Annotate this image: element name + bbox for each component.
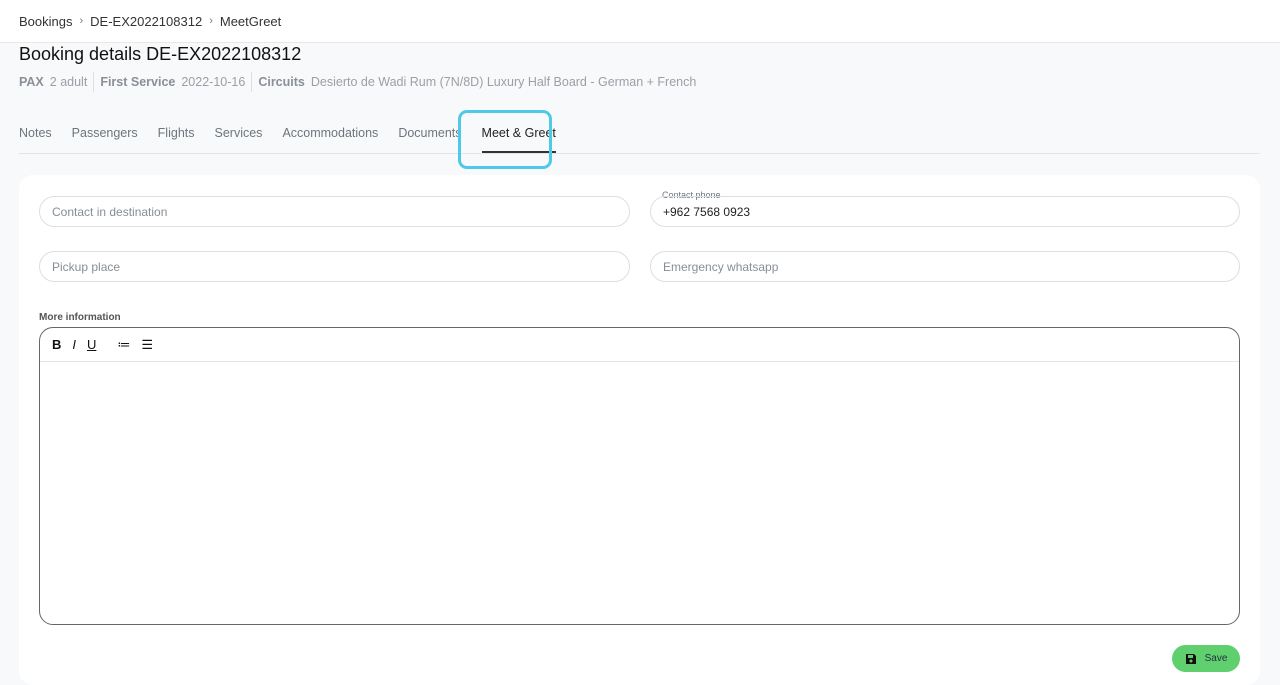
breadcrumb-current: MeetGreet [219,13,282,29]
tab-notes[interactable]: Notes [19,118,52,148]
first-service-label: First Service [100,75,176,89]
tabs: Notes Passengers Flights Services Accomm… [19,118,1260,154]
page-title: Booking details DE-EX2022108312 [19,44,302,64]
first-service-value: 2022-10-16 [181,75,246,89]
highlight-box [458,110,552,169]
ordered-list-icon[interactable]: ≔ [117,337,130,353]
pax-label: PAX [19,75,44,89]
contact-phone-input[interactable]: +962 7568 0923 [650,196,1240,227]
placeholder: Pickup place [52,259,121,274]
chevron-right-icon: › [209,15,213,27]
tab-flights[interactable]: Flights [158,118,195,148]
save-button[interactable]: Save [1172,645,1240,672]
breadcrumb: Bookings › DE-EX2022108312 › MeetGreet [0,0,1280,43]
save-label: Save [1204,653,1228,664]
circuits-label: Circuits [258,75,305,89]
bullet-list-icon[interactable]: ☰ [141,337,153,353]
breadcrumb-booking[interactable]: DE-EX2022108312 [90,14,202,29]
tab-documents[interactable]: Documents [398,118,461,148]
divider [251,72,253,92]
bold-button[interactable]: B [52,337,61,352]
underline-button[interactable]: U [87,337,96,352]
emergency-whatsapp-input[interactable]: Emergency whatsapp [650,251,1240,282]
floppy-disk-icon [1185,653,1196,664]
booking-meta: PAX 2 adult First Service 2022-10-16 Circu… [19,72,696,92]
breadcrumb-bookings[interactable]: Bookings [19,14,72,29]
tab-services[interactable]: Services [215,118,263,148]
italic-button[interactable]: I [72,337,76,352]
placeholder: Emergency whatsapp [663,259,779,274]
contact-destination-input[interactable]: Contact in destination [39,196,630,227]
meet-greet-form: Contact in destination Contact phone +96… [19,175,1260,685]
tab-accommodations[interactable]: Accommodations [282,118,378,148]
tab-passengers[interactable]: Passengers [72,118,138,148]
more-information-editor[interactable]: B I U ≔ ☰ [39,327,1240,625]
chevron-right-icon: › [79,15,84,27]
placeholder: Contact in destination [52,204,168,219]
more-information-label: More information [39,312,121,323]
divider [93,72,95,92]
value: +962 7568 0923 [663,204,751,219]
circuits-value: Desierto de Wadi Rum (7N/8D) Luxury Half… [310,75,697,89]
editor-toolbar: B I U ≔ ☰ [40,328,1239,362]
pax-value: 2 adult [49,75,88,89]
pickup-place-input[interactable]: Pickup place [39,251,630,282]
